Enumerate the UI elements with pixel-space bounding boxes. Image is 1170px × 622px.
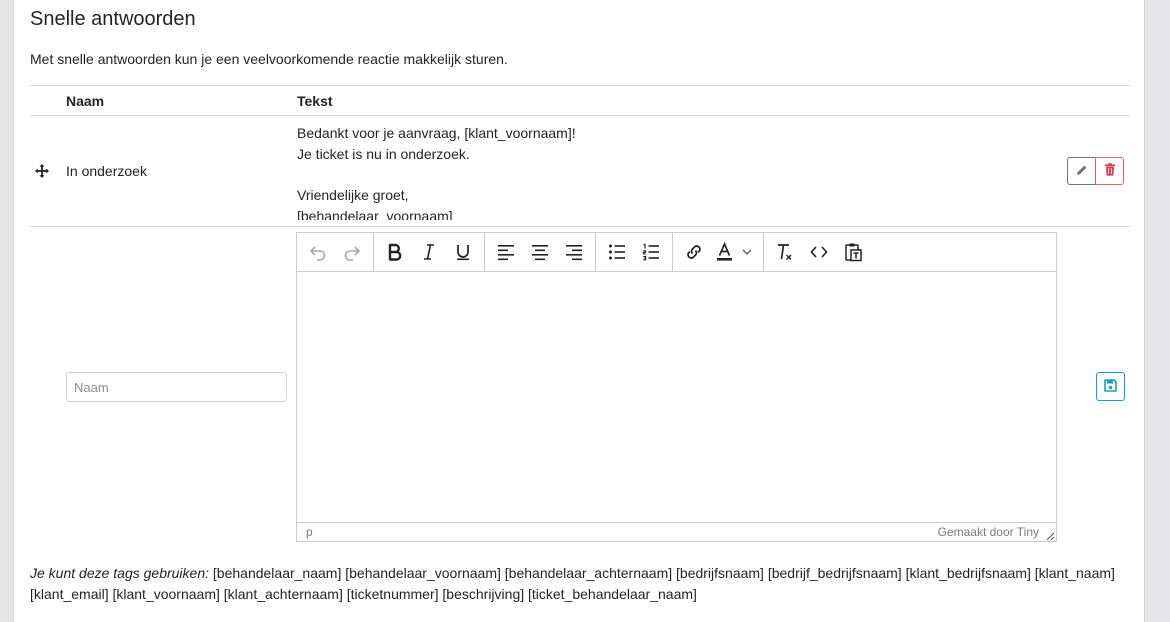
table-divider <box>30 85 1130 86</box>
numbered-list-icon[interactable] <box>634 237 668 267</box>
format-group <box>374 233 485 271</box>
align-left-icon[interactable] <box>489 237 523 267</box>
editor-statusbar: p Gemaakt door Tiny <box>297 522 1056 541</box>
edit-button[interactable] <box>1067 157 1096 185</box>
reply-text: Bedankt voor je aanvraag, [klant_voornaa… <box>297 125 576 220</box>
element-path[interactable]: p <box>306 525 313 539</box>
bold-icon[interactable] <box>378 237 412 267</box>
insert-group <box>673 233 764 271</box>
pencil-icon <box>1076 163 1088 179</box>
clear-format-icon[interactable] <box>768 237 802 267</box>
table-divider <box>30 115 1130 116</box>
available-tags: Je kunt deze tags gebruiken: [behandelaa… <box>30 563 1120 605</box>
align-right-icon[interactable] <box>557 237 591 267</box>
source-code-icon[interactable] <box>802 237 836 267</box>
page-subtitle: Met snelle antwoorden kun je een veelvoo… <box>30 51 508 67</box>
column-header-text: Tekst <box>297 93 333 109</box>
table-divider <box>30 226 1130 227</box>
page-title: Snelle antwoorden <box>30 8 196 30</box>
tiny-branding-link[interactable]: Gemaakt door Tiny <box>938 525 1039 539</box>
paste-text-icon[interactable] <box>836 237 870 267</box>
delete-button[interactable] <box>1095 157 1124 185</box>
save-button[interactable] <box>1096 372 1125 401</box>
underline-icon[interactable] <box>446 237 480 267</box>
rich-text-editor: p Gemaakt door Tiny <box>296 232 1057 542</box>
editor-content-area[interactable] <box>297 272 1056 522</box>
editor-toolbar <box>297 233 1056 272</box>
floppy-disk-icon <box>1104 378 1117 395</box>
link-icon[interactable] <box>677 237 711 267</box>
resize-handle-icon[interactable] <box>1045 530 1055 541</box>
italic-icon[interactable] <box>412 237 446 267</box>
align-center-icon[interactable] <box>523 237 557 267</box>
reply-name: In onderzoek <box>66 163 147 179</box>
name-input[interactable] <box>66 372 287 402</box>
redo-icon[interactable] <box>335 237 369 267</box>
drag-handle-icon[interactable] <box>34 163 50 179</box>
align-group <box>485 233 596 271</box>
list-group <box>596 233 673 271</box>
undo-icon[interactable] <box>301 237 335 267</box>
tags-label: Je kunt deze tags gebruiken: <box>30 565 210 581</box>
text-color-icon[interactable] <box>711 237 759 267</box>
quick-replies-card: Snelle antwoorden Met snelle antwoorden … <box>13 0 1145 622</box>
row-actions <box>1067 157 1124 185</box>
trash-icon <box>1104 163 1116 179</box>
history-group <box>297 233 374 271</box>
bullet-list-icon[interactable] <box>600 237 634 267</box>
column-header-name: Naam <box>66 93 105 109</box>
tools-group <box>764 233 874 271</box>
